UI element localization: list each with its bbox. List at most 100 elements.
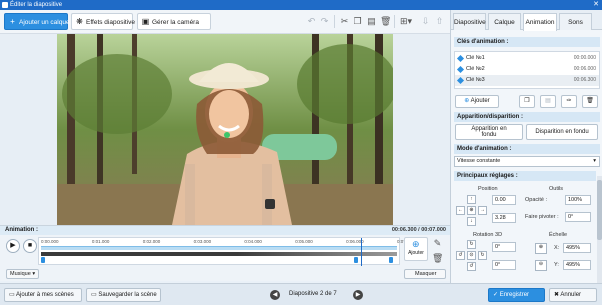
keyframe-list: Clé №1 00:00.000 Clé №2 00:06.000 Clé №3 00… [454, 51, 600, 89]
rotate-down-icon[interactable]: ↺ [467, 262, 476, 271]
save-scene-button[interactable]: ▭ Sauvegarder la scène [86, 288, 161, 302]
music-button[interactable]: Musique ▾ [6, 269, 40, 279]
brush-icon[interactable]: ✑ [561, 95, 577, 108]
rotate-label: Faire pivoter : [525, 214, 559, 220]
copy-key-icon[interactable]: ❐ [519, 95, 535, 108]
check-icon: ✓ [493, 292, 500, 298]
keyframe-item-selected[interactable]: Clé №3 00:06.300 [455, 75, 599, 86]
redo-icon[interactable]: ↷ [319, 15, 330, 27]
scale-x-field[interactable]: 495% [563, 243, 591, 253]
rotate-left-icon[interactable]: ↺ [456, 251, 465, 260]
manage-camera-button[interactable]: ▣ Gérer la caméra [137, 13, 211, 30]
zoom-out-icon[interactable]: ⊖ [535, 260, 547, 271]
slide-counter: Diapositive 2 de 7 [289, 291, 337, 297]
animation-mode-select[interactable]: Vitesse constante ▾ [454, 156, 600, 167]
move-up-icon[interactable]: ⇧ [434, 15, 445, 27]
paste-key-icon[interactable]: ▤ [540, 95, 556, 108]
scene-icon: ▭ [9, 292, 17, 298]
camera-icon: ▣ [141, 17, 150, 26]
play-button[interactable]: ▶ [6, 239, 20, 253]
rotation-a-field[interactable]: 0° [492, 242, 516, 252]
add-keyframe-button[interactable]: ⊕ Ajouter [455, 95, 499, 108]
cut-icon[interactable]: ✂ [339, 15, 350, 27]
tab-animation[interactable]: Animation [523, 13, 557, 31]
scale-y-field[interactable]: 495% [563, 260, 591, 270]
arrow-left-icon[interactable]: ← [456, 206, 465, 215]
layout-grid-icon[interactable]: ⊞▾ [398, 15, 414, 27]
keyframe-marker[interactable] [354, 257, 359, 263]
opacity-label: Opacité : [525, 197, 548, 203]
cancel-button[interactable]: ✖ Annuler [549, 288, 597, 302]
next-slide-icon[interactable]: ▶ [353, 290, 363, 300]
toolbar: + Ajouter un calque ❋ Effets diapositive ▣… [0, 10, 450, 34]
appear-section-title: Apparition/disparition : [454, 112, 600, 122]
effects-icon: ❋ [76, 17, 83, 26]
scale-label: Échelle [549, 232, 568, 238]
rotate-field[interactable]: 0° [565, 212, 591, 222]
keys-section-title: Clés d'animation : [454, 37, 600, 47]
mode-section-title: Mode d'animation : [454, 144, 600, 154]
prev-slide-icon[interactable]: ◀ [270, 290, 280, 300]
opacity-field[interactable]: 100% [565, 195, 591, 205]
plus-icon: + [10, 17, 15, 26]
copy-icon[interactable]: ❐ [352, 15, 363, 27]
window-titlebar: Éditer la diapositive ✕ [0, 0, 602, 10]
add-layer-button[interactable]: + Ajouter un calque [4, 13, 70, 30]
scale-y-label: Y: [554, 262, 559, 268]
paste-icon[interactable]: ▤ [366, 15, 377, 27]
rotation-b-field[interactable]: 0° [492, 260, 516, 270]
fade-in-button[interactable]: Apparition en fondu [455, 124, 523, 140]
tab-sounds[interactable]: Sons [559, 13, 592, 30]
arrow-up-icon[interactable]: ↑ [467, 195, 476, 204]
timeline-tick-label: 0:04.000 [244, 239, 262, 244]
scrollbar-thumb[interactable] [597, 180, 602, 240]
edit-icon[interactable]: ✎ [432, 237, 443, 249]
close-icon[interactable]: ✕ [593, 0, 599, 10]
undo-icon[interactable]: ↶ [306, 15, 317, 27]
keyframe-item[interactable]: Clé №2 00:06.000 [455, 64, 599, 75]
timeline-tick-label: 0:01.000 [91, 239, 110, 244]
arrow-down-icon[interactable]: ↓ [467, 217, 476, 226]
move-down-icon[interactable]: ⇩ [420, 15, 431, 27]
arrow-right-icon[interactable]: → [478, 206, 487, 215]
rotate-right-icon[interactable]: ↻ [478, 251, 487, 260]
stop-button[interactable]: ■ [23, 239, 37, 253]
position-label: Position [478, 186, 498, 192]
save-button[interactable]: ✓ Enregistrer [488, 288, 545, 302]
panel-scrollbar[interactable] [597, 176, 602, 283]
trash-key-icon[interactable]: 🗑 [582, 95, 598, 108]
bottom-bar: ▭ Ajouter à mes scènes ▭ Sauvegarder la … [0, 283, 602, 305]
toolbar-divider [334, 15, 335, 28]
animation-title: Animation : [5, 227, 38, 233]
delete-key-icon[interactable]: 🗑 [432, 252, 443, 264]
keyframe-marker[interactable] [389, 257, 394, 263]
hide-timeline-button[interactable]: Masquer [404, 269, 446, 279]
add-to-scenes-button[interactable]: ▭ Ajouter à mes scènes [4, 288, 82, 302]
position-x-field[interactable]: 0.00 [492, 195, 516, 205]
position-y-field[interactable]: 3.28 [492, 213, 516, 223]
slide-photo[interactable] [57, 34, 393, 225]
add-key-button[interactable]: ⊕ Ajouter [404, 237, 428, 261]
key-icon [456, 76, 465, 85]
center-icon[interactable]: ⊕ [467, 206, 476, 215]
zoom-in-icon[interactable]: ⊕ [535, 243, 547, 254]
timeline-tick-label: 0:02.000 [142, 239, 161, 244]
keyframe-marker[interactable] [41, 257, 45, 263]
keyframe-item[interactable]: Clé №1 00:00.000 [455, 53, 599, 64]
timeline-tick-label: 0:05.000 [295, 239, 313, 244]
timeline-tick-label: 0:00.000 [41, 239, 59, 244]
slide-effects-button[interactable]: ❋ Effets diapositive [71, 13, 135, 30]
app-icon [2, 2, 8, 8]
rotate-up-icon[interactable]: ↻ [467, 240, 476, 249]
fade-out-button[interactable]: Disparition en fondu [526, 124, 598, 140]
tab-bar: Diapositive Calque Animation Sons [451, 10, 602, 31]
tab-layer[interactable]: Calque [488, 13, 521, 30]
tab-slide[interactable]: Diapositive [453, 13, 486, 30]
chevron-down-icon: ▾ [593, 158, 596, 164]
timeline-track[interactable]: 0:00.000 0:01.000 0:02.000 0:03.000 0:04.000… [38, 237, 410, 266]
scale-x-label: X: [554, 245, 560, 251]
toolbar-divider [394, 15, 395, 28]
delete-icon[interactable]: 🗑 [380, 15, 391, 27]
timeline-playhead[interactable] [361, 238, 363, 266]
rotate-center-icon[interactable]: ⊙ [467, 251, 476, 260]
